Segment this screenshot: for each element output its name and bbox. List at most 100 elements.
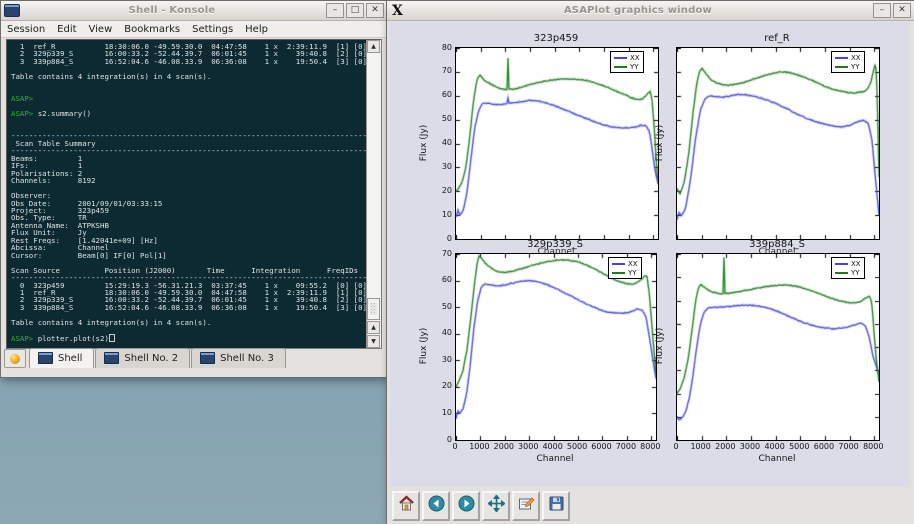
home-icon bbox=[398, 495, 415, 516]
konsole-titlebar[interactable]: Shell - Konsole – □ ✕ bbox=[1, 1, 387, 21]
terminal-output[interactable]: 1 ref_R 18:30:06.0 -49.59.30.0 04:47:58 … bbox=[7, 40, 366, 348]
terminal-tab-icon bbox=[104, 352, 119, 364]
terminal-text-segment: plotter.plot(s2) bbox=[33, 334, 109, 343]
terminal-line: ASAP> bbox=[11, 95, 366, 102]
legend-entry: YY bbox=[612, 268, 638, 277]
tab-shell-no-3[interactable]: Shell No. 3 bbox=[191, 348, 286, 368]
tab-label: Shell bbox=[58, 353, 82, 364]
configure-icon bbox=[518, 495, 535, 516]
menu-item-help[interactable]: Help bbox=[239, 23, 274, 36]
menu-item-session[interactable]: Session bbox=[1, 23, 51, 36]
ytick-label: 60 bbox=[422, 275, 452, 284]
terminal-line: Table contains 4 integration(s) in 4 sca… bbox=[11, 319, 366, 326]
forward-button[interactable] bbox=[452, 491, 480, 521]
legend: XXYY bbox=[831, 51, 865, 73]
terminal-tab-icon bbox=[200, 352, 215, 364]
chart-title-339p884_s: 339p884_S bbox=[749, 239, 805, 250]
konsole-window: Shell - Konsole – □ ✕ SessionEditViewBoo… bbox=[0, 0, 388, 378]
legend-entry: YY bbox=[835, 62, 861, 71]
legend-line-swatch bbox=[614, 57, 627, 59]
plot-canvas[interactable] bbox=[456, 254, 656, 440]
asaplot-titlebar[interactable]: X ASAPlot graphics window – ✕ bbox=[387, 1, 914, 21]
legend-entry: XX bbox=[835, 259, 861, 268]
legend: XXYY bbox=[610, 51, 644, 73]
terminal-text-segment: Cursor: Beam[0] IF[0] Pol[1] bbox=[11, 251, 167, 260]
xtick-label: 8000 bbox=[856, 442, 890, 451]
terminal-tab-icon bbox=[38, 352, 53, 364]
back-button[interactable] bbox=[422, 491, 450, 521]
legend-line-swatch bbox=[835, 263, 848, 265]
plot-canvas[interactable] bbox=[456, 48, 658, 239]
tab-label: Shell No. 3 bbox=[220, 353, 274, 364]
legend-label: YY bbox=[851, 63, 860, 71]
plot-axes-339p884_s[interactable] bbox=[676, 253, 880, 441]
new-session-icon bbox=[10, 354, 20, 364]
chart-title-329p339_s: 329p339_S bbox=[527, 239, 583, 250]
plot-axes-323p459[interactable] bbox=[455, 47, 659, 240]
terminal-line: 3 339p884_S 16:52:04.6 -46.08.33.9 06:36… bbox=[11, 58, 366, 65]
ytick-label: 20 bbox=[422, 186, 452, 195]
close-button[interactable]: ✕ bbox=[366, 3, 384, 18]
pan-icon bbox=[488, 495, 505, 516]
legend-label: YY bbox=[630, 63, 639, 71]
plot-axes-ref_r[interactable] bbox=[676, 47, 880, 240]
chart-title-323p459: 323p459 bbox=[534, 33, 579, 44]
tab-label: Shell No. 2 bbox=[124, 353, 178, 364]
pan-button[interactable] bbox=[482, 491, 510, 521]
plot-canvas-area[interactable]: Channel323p45901020304050607080Flux (Jy)… bbox=[390, 22, 910, 487]
save-button[interactable] bbox=[542, 491, 570, 521]
legend-entry: YY bbox=[614, 62, 640, 71]
menu-item-settings[interactable]: Settings bbox=[186, 23, 239, 36]
plot-close-button[interactable]: ✕ bbox=[893, 3, 911, 18]
maximize-button[interactable]: □ bbox=[346, 3, 364, 18]
minimize-button[interactable]: – bbox=[326, 3, 344, 18]
scrollbar-thumb[interactable] bbox=[367, 298, 380, 320]
configure-button[interactable] bbox=[512, 491, 540, 521]
terminal-line: Table contains 4 integration(s) in 4 sca… bbox=[11, 73, 366, 80]
plot-minimize-button[interactable]: – bbox=[873, 3, 891, 18]
plot-axes-329p339_s[interactable] bbox=[455, 253, 657, 441]
yaxis-label: Flux (Jy) bbox=[655, 124, 665, 161]
new-session-button[interactable] bbox=[4, 349, 26, 368]
terminal-line bbox=[11, 326, 366, 333]
save-icon bbox=[548, 495, 565, 516]
legend-line-swatch bbox=[612, 272, 625, 274]
yaxis-label: Flux (Jy) bbox=[655, 328, 665, 365]
scroll-up-button-bottom[interactable]: ▲ bbox=[367, 321, 380, 334]
ytick-label: 0 bbox=[422, 234, 452, 243]
terminal-text-segment: Table contains 4 integration(s) in 4 sca… bbox=[11, 318, 211, 327]
ytick-label: 50 bbox=[422, 114, 452, 123]
xaxis-label: Channel bbox=[759, 454, 796, 464]
back-icon bbox=[428, 495, 445, 516]
legend-label: YY bbox=[851, 269, 860, 277]
ytick-label: 10 bbox=[422, 408, 452, 417]
xaxis-label: Channel bbox=[537, 454, 574, 464]
terminal-line bbox=[11, 118, 366, 125]
asaplot-window-title: ASAPlot graphics window bbox=[405, 5, 871, 16]
legend-entry: YY bbox=[835, 268, 861, 277]
tab-shell-no-2[interactable]: Shell No. 2 bbox=[95, 348, 190, 368]
menu-item-edit[interactable]: Edit bbox=[51, 23, 82, 36]
terminal-text-segment: 3 339p884_S 16:52:04.6 -46.08.33.9 06:36… bbox=[11, 303, 366, 312]
ytick-label: 30 bbox=[422, 162, 452, 171]
ytick-label: 60 bbox=[422, 90, 452, 99]
plot-toolbar bbox=[390, 489, 911, 522]
scroll-down-button[interactable]: ▼ bbox=[367, 335, 380, 348]
terminal-text-segment: s2.summary() bbox=[33, 109, 91, 118]
terminal-frame: 1 ref_R 18:30:06.0 -49.59.30.0 04:47:58 … bbox=[6, 39, 382, 349]
asaplot-window: X ASAPlot graphics window – ✕ Channel 323… bbox=[386, 0, 914, 524]
menu-item-view[interactable]: View bbox=[83, 23, 119, 36]
legend-line-swatch bbox=[835, 272, 848, 274]
tab-shell[interactable]: Shell bbox=[29, 348, 94, 368]
legend-line-swatch bbox=[835, 57, 848, 59]
menu-item-bookmarks[interactable]: Bookmarks bbox=[118, 23, 186, 36]
home-button[interactable] bbox=[392, 491, 420, 521]
plot-canvas[interactable] bbox=[677, 48, 879, 239]
scroll-up-button[interactable]: ▲ bbox=[367, 40, 380, 53]
x11-icon: X bbox=[390, 3, 405, 19]
terminal-text-segment: 3 339p884_S 16:52:04.6 -46.08.33.9 06:36… bbox=[11, 57, 366, 66]
legend-entry: XX bbox=[835, 53, 861, 62]
plot-canvas[interactable] bbox=[677, 254, 879, 440]
terminal-scrollbar[interactable]: ▲ ▲ ▼ bbox=[366, 40, 381, 348]
legend-label: XX bbox=[851, 54, 861, 62]
